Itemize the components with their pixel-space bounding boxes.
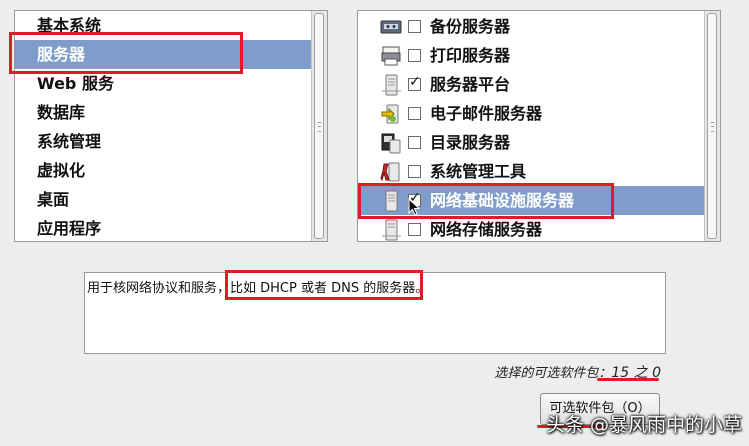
category-label: 数据库 <box>37 103 86 122</box>
group-item-mail-server[interactable]: 电子邮件服务器 <box>358 99 704 128</box>
description-text-part1: 用于核网络协议和服务， <box>87 281 231 296</box>
group-label: 目录服务器 <box>430 133 511 152</box>
group-label: 网络存储服务器 <box>430 220 543 239</box>
group-label: 服务器平台 <box>430 75 511 94</box>
group-checkbox[interactable] <box>408 165 421 178</box>
group-checkbox[interactable] <box>408 136 421 149</box>
group-label: 系统管理工具 <box>430 162 527 181</box>
group-item-print-server[interactable]: 打印服务器 <box>358 41 704 70</box>
group-label: 打印服务器 <box>430 46 511 65</box>
package-count-label: 选择的可选软件包： <box>494 366 612 381</box>
group-checkbox[interactable] <box>408 223 421 236</box>
printer-icon <box>380 45 402 67</box>
group-checkbox[interactable] <box>408 20 421 33</box>
group-scrollbar-thumb[interactable] <box>707 13 717 239</box>
group-item-server-platform[interactable]: ✓ 服务器平台 <box>358 70 704 99</box>
category-item-databases[interactable]: 数据库 <box>15 98 311 127</box>
group-scrollbar[interactable] <box>704 11 720 241</box>
watermark: 头条 @暴风雨中的小草 <box>546 414 743 436</box>
group-item-network-storage-server[interactable]: 网络存储服务器 <box>358 215 704 241</box>
check-icon: ✓ <box>409 74 421 90</box>
tape-drive-icon <box>380 16 402 38</box>
highlight-box-description <box>225 270 423 300</box>
category-label: 系统管理 <box>37 132 102 151</box>
group-item-system-management-tools[interactable]: 系统管理工具 <box>358 157 704 186</box>
highlight-box-network-infrastructure <box>358 183 614 219</box>
group-checkbox[interactable]: ✓ <box>408 74 421 91</box>
admin-tools-icon <box>380 161 402 183</box>
highlight-box-servers <box>9 32 243 74</box>
category-scrollbar-thumb[interactable] <box>314 13 324 239</box>
grip-icon <box>318 122 321 132</box>
group-label: 电子邮件服务器 <box>430 104 543 123</box>
category-scrollbar[interactable] <box>311 11 327 241</box>
server-icon <box>380 74 402 96</box>
category-item-system-management[interactable]: 系统管理 <box>15 127 311 156</box>
category-item-applications[interactable]: 应用程序 <box>15 214 311 241</box>
directory-server-icon <box>380 132 402 154</box>
category-item-desktops[interactable]: 桌面 <box>15 185 311 214</box>
category-label: Web 服务 <box>37 74 114 93</box>
group-checkbox[interactable] <box>408 107 421 120</box>
group-checkbox[interactable] <box>408 49 421 62</box>
server-icon <box>380 219 402 241</box>
group-label: 备份服务器 <box>430 17 511 36</box>
count-underline-annotation <box>597 378 659 381</box>
category-label: 虚拟化 <box>37 161 86 180</box>
category-label: 桌面 <box>37 190 70 209</box>
grip-icon <box>711 122 714 132</box>
mail-server-icon <box>380 103 402 125</box>
category-label: 应用程序 <box>37 219 102 238</box>
category-item-virtualization[interactable]: 虚拟化 <box>15 156 311 185</box>
group-item-backup-server[interactable]: 备份服务器 <box>358 12 704 41</box>
group-item-directory-server[interactable]: 目录服务器 <box>358 128 704 157</box>
